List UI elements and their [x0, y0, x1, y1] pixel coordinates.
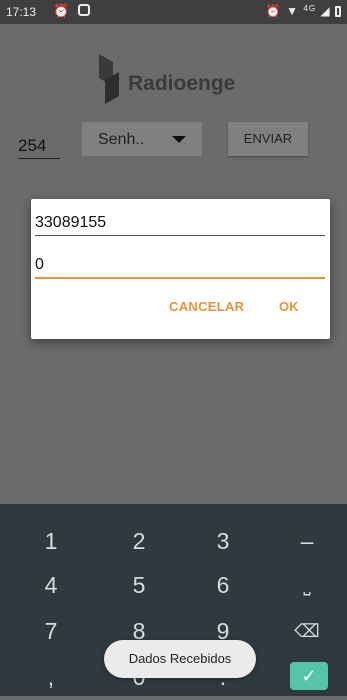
status-bar: 17:13 ⏰ ⏰ ▼ 4G ◢: [0, 0, 347, 24]
enter-check-icon[interactable]: ✓: [290, 662, 328, 690]
ok-button[interactable]: OK: [279, 299, 299, 314]
key-5[interactable]: 5: [104, 562, 174, 608]
alarm-icon: ⏰: [53, 3, 70, 18]
key-4[interactable]: 4: [16, 562, 86, 608]
backspace-icon[interactable]: ⌫: [272, 608, 342, 654]
key-7[interactable]: 7: [16, 608, 86, 654]
key-6[interactable]: 6: [188, 562, 258, 608]
signal-icon: ◢: [320, 4, 331, 18]
send-button[interactable]: ENVIAR: [228, 122, 308, 156]
command-spinner[interactable]: Senh..: [82, 122, 202, 156]
wifi-icon: ▼: [286, 4, 300, 18]
dialog-field-id[interactable]: 33089155: [35, 211, 325, 236]
status-time: 17:13: [6, 5, 37, 19]
toast-message: Dados Recebidos: [104, 640, 256, 678]
alarm-icon: ⏰: [265, 4, 282, 18]
notification-icon: [78, 4, 90, 16]
status-icons: ⏰ ▼ 4G ◢: [266, 4, 341, 18]
key-comma[interactable]: ,: [16, 654, 86, 700]
radioenge-logo: Radioenge: [96, 52, 236, 112]
spinner-value: Senh..: [98, 131, 145, 148]
dialog-field-value[interactable]: 0: [35, 253, 325, 279]
logo-text: Radioenge: [128, 72, 236, 95]
input-dialog: 33089155 0 CANCELAR OK: [31, 199, 330, 339]
battery-icon: [335, 6, 341, 18]
key-minus[interactable]: –: [272, 518, 342, 564]
network-type: 4G: [303, 4, 317, 13]
logo-mark-icon: [96, 53, 122, 108]
number-input[interactable]: 254: [18, 134, 60, 159]
cancel-button[interactable]: CANCELAR: [169, 299, 244, 314]
key-2[interactable]: 2: [104, 518, 174, 564]
command-row: 254 Senh.. ENVIAR: [0, 122, 347, 172]
dropdown-arrow-icon: [172, 136, 186, 143]
space-icon[interactable]: ⎵: [272, 562, 342, 608]
key-1[interactable]: 1: [16, 518, 86, 564]
key-3[interactable]: 3: [188, 518, 258, 564]
